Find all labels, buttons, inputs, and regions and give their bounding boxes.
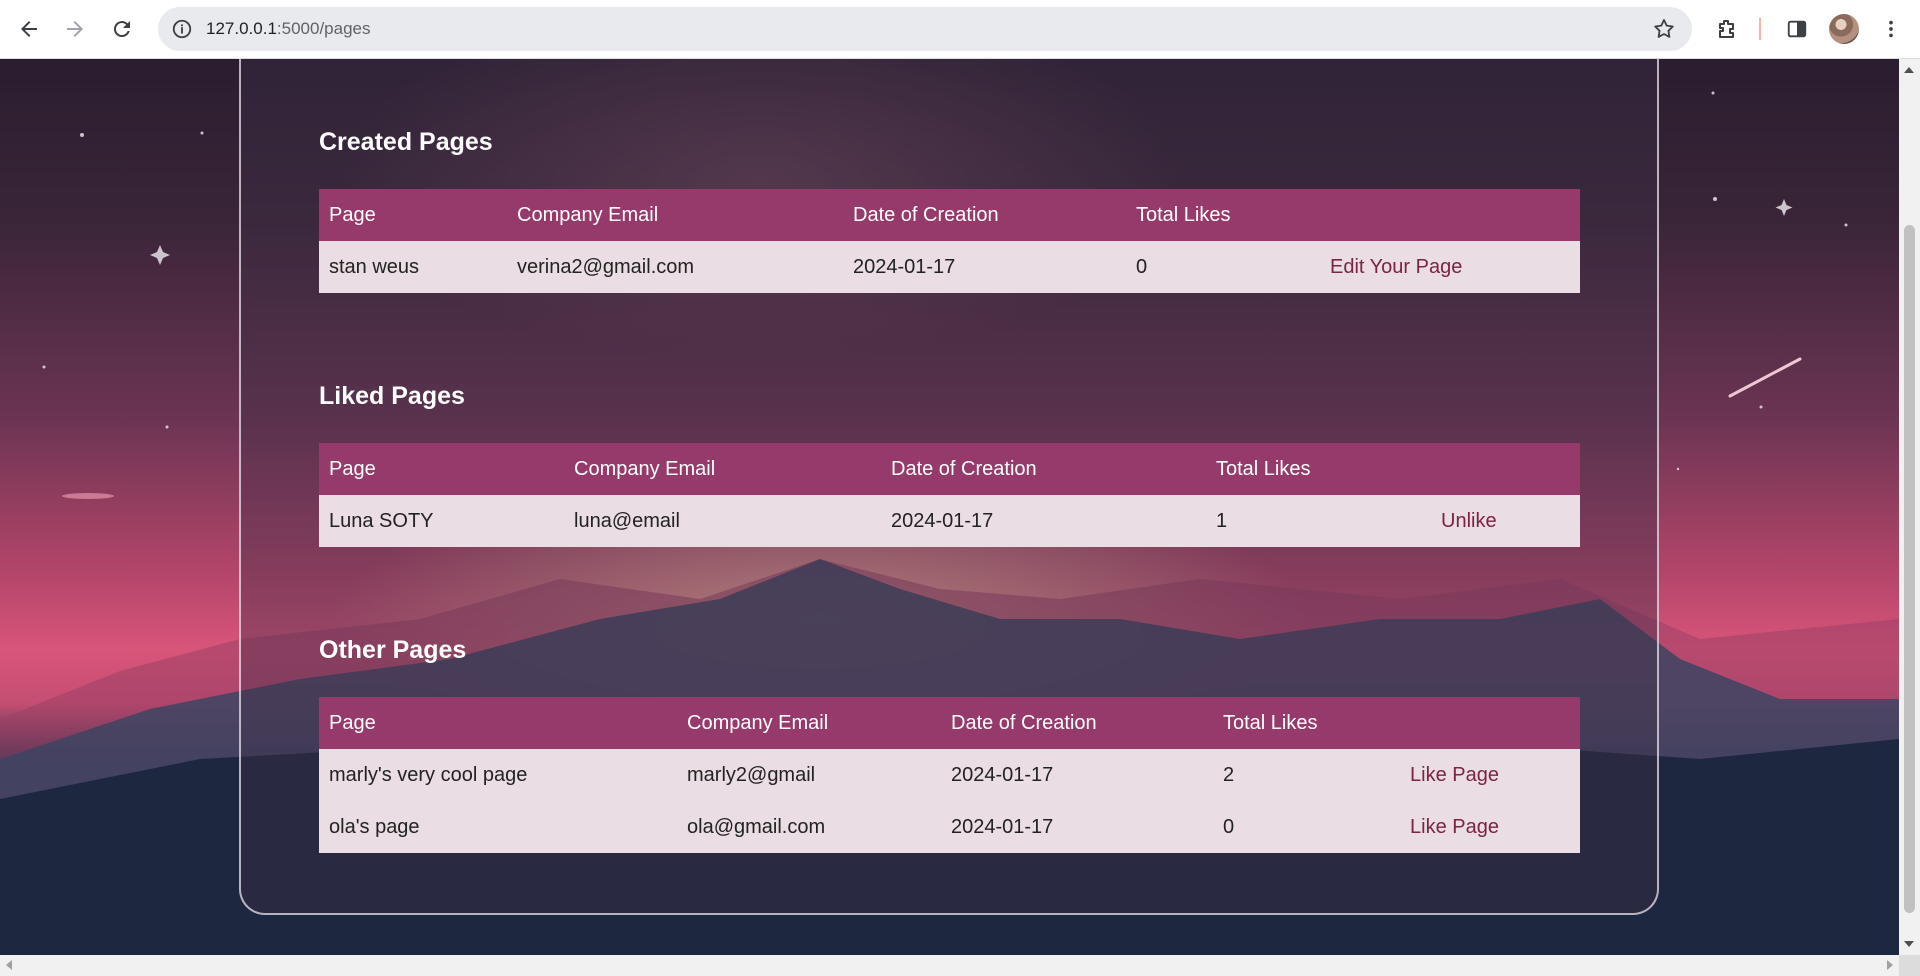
created-pages-table: Page Company Email Date of Creation Tota… [319,189,1580,293]
toolbar-divider [1759,18,1761,40]
other-pages-title: Other Pages [319,636,467,664]
table-row: ola's page ola@gmail.com 2024-01-17 0 Li… [319,801,1580,853]
other-pages-table: Page Company Email Date of Creation Tota… [319,697,1580,853]
url-host: 127.0.0.1 [206,19,277,38]
liked-pages-table: Page Company Email Date of Creation Tota… [319,443,1580,547]
column-header [1431,443,1580,495]
url-text[interactable]: 127.0.0.1:5000/pages [206,7,371,51]
total-likes-cell: 0 [1213,801,1400,853]
like-page-link[interactable]: Like Page [1400,749,1580,801]
table-header-row: Page Company Email Date of Creation Tota… [319,697,1580,749]
column-header: Total Likes [1213,697,1400,749]
created-pages-title: Created Pages [319,128,493,156]
date-cell: 2024-01-17 [941,749,1213,801]
total-likes-cell: 2 [1213,749,1400,801]
forward-arrow-icon[interactable] [57,11,93,47]
total-likes-cell: 1 [1206,495,1431,547]
table-row: stan weus verina2@gmail.com 2024-01-17 0… [319,241,1580,293]
reload-icon[interactable] [104,11,140,47]
column-header: Company Email [507,189,843,241]
url-path: :5000/pages [276,19,371,38]
column-header [1400,697,1580,749]
table-row: Luna SOTY luna@email 2024-01-17 1 Unlike [319,495,1580,547]
column-header: Date of Creation [941,697,1213,749]
company-email-cell: marly2@gmail [677,749,941,801]
profile-avatar[interactable] [1829,14,1859,44]
scroll-down-arrow-icon[interactable] [1904,941,1914,947]
column-header: Date of Creation [843,189,1126,241]
back-arrow-icon[interactable] [11,11,47,47]
scroll-right-arrow-icon[interactable] [1887,960,1893,970]
scrollbar-corner [1899,955,1920,976]
page-name-cell: Luna SOTY [319,495,564,547]
scroll-left-arrow-icon[interactable] [6,960,12,970]
total-likes-cell: 0 [1126,241,1320,293]
site-info-icon[interactable] [166,13,198,45]
address-bar[interactable]: 127.0.0.1:5000/pages [158,7,1692,51]
side-panel-icon[interactable] [1779,11,1815,47]
date-cell: 2024-01-17 [881,495,1206,547]
extensions-icon[interactable] [1709,11,1745,47]
page-name-cell: marly's very cool page [319,749,677,801]
vertical-scroll-thumb[interactable] [1904,225,1915,913]
column-header: Company Email [564,443,881,495]
edit-your-page-link[interactable]: Edit Your Page [1320,241,1580,293]
column-header: Total Likes [1206,443,1431,495]
page-name-cell: ola's page [319,801,677,853]
column-header [1320,189,1580,241]
horizontal-scrollbar[interactable] [0,955,1920,976]
company-email-cell: verina2@gmail.com [507,241,843,293]
unlike-link[interactable]: Unlike [1431,495,1580,547]
liked-pages-title: Liked Pages [319,382,465,410]
browser-toolbar: 127.0.0.1:5000/pages [0,0,1920,59]
column-header: Company Email [677,697,941,749]
column-header: Page [319,697,677,749]
company-email-cell: ola@gmail.com [677,801,941,853]
vertical-scrollbar[interactable] [1899,59,1920,955]
bookmark-star-icon[interactable] [1650,15,1678,43]
table-header-row: Page Company Email Date of Creation Tota… [319,443,1580,495]
column-header: Total Likes [1126,189,1320,241]
table-row: marly's very cool page marly2@gmail 2024… [319,749,1580,801]
like-page-link[interactable]: Like Page [1400,801,1580,853]
column-header: Page [319,189,507,241]
column-header: Date of Creation [881,443,1206,495]
table-header-row: Page Company Email Date of Creation Tota… [319,189,1580,241]
date-cell: 2024-01-17 [941,801,1213,853]
company-email-cell: luna@email [564,495,881,547]
more-menu-icon[interactable] [1873,11,1909,47]
column-header: Page [319,443,564,495]
date-cell: 2024-01-17 [843,241,1126,293]
scroll-up-arrow-icon[interactable] [1904,67,1914,73]
page-name-cell: stan weus [319,241,507,293]
